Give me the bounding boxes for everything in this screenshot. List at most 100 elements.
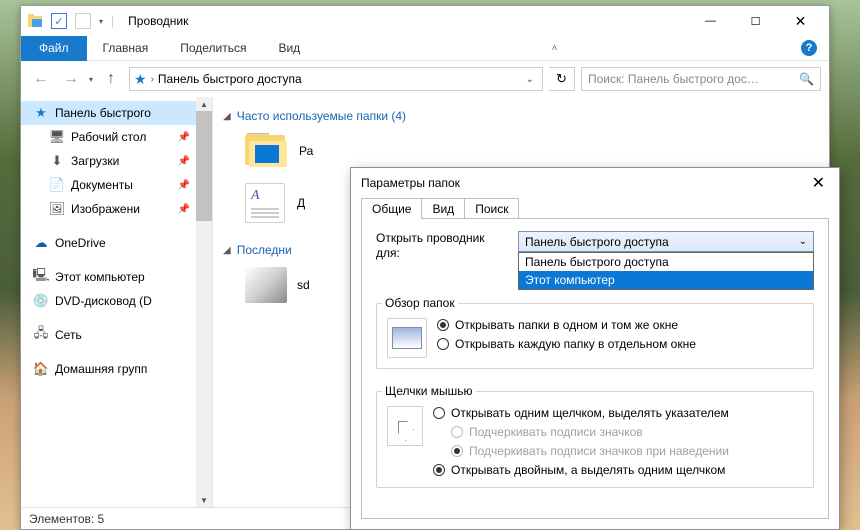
sidebar-item[interactable]: 🏠 Домашняя групп: [21, 357, 212, 381]
file-label[interactable]: sd: [297, 278, 310, 292]
ribbon-tab-home[interactable]: Главная: [87, 36, 165, 61]
chevron-right-icon[interactable]: ›: [151, 74, 154, 85]
search-icon[interactable]: 🔍: [793, 72, 820, 86]
sidebar-label: Панель быстрого: [55, 106, 151, 120]
search-input[interactable]: [582, 72, 793, 86]
folder-icon[interactable]: [245, 133, 287, 169]
dialog-title: Параметры папок: [361, 176, 460, 190]
click-group-title: Щелчки мышью: [382, 384, 476, 398]
tab-search[interactable]: Поиск: [464, 198, 519, 219]
sidebar-label: Загрузки: [71, 154, 119, 168]
titlebar[interactable]: ✓ ▾ | Проводник — ☐ ✕: [21, 6, 829, 36]
tab-general[interactable]: Общие: [361, 198, 422, 219]
close-button[interactable]: ✕: [778, 7, 823, 36]
combo-dropdown: Панель быстрого доступа Этот компьютер: [518, 252, 814, 290]
up-button[interactable]: ↑: [99, 67, 123, 91]
breadcrumb[interactable]: Панель быстрого доступа: [158, 72, 302, 86]
sidebar-label: Сеть: [55, 328, 82, 342]
sidebar: ★ Панель быстрого 🖥 Рабочий стол 📌 ⬇ Загрузки 📌…: [21, 97, 213, 507]
collapse-icon[interactable]: ◢: [223, 111, 231, 122]
dialog-close-button[interactable]: ✕: [808, 173, 829, 193]
sidebar-item[interactable]: 📄 Документы 📌: [21, 173, 212, 197]
ribbon-tab-share[interactable]: Поделиться: [164, 36, 262, 61]
click-icon: [387, 406, 423, 446]
combo-option-quickaccess[interactable]: Панель быстрого доступа: [519, 253, 813, 271]
status-text: Элементов: 5: [29, 512, 104, 526]
radio-double-click[interactable]: Открывать двойным, а выделять одним щелч…: [433, 463, 729, 477]
sidebar-label: Изображени: [71, 202, 140, 216]
pin-icon: 📌: [178, 132, 190, 143]
sidebar-item[interactable]: ★ Панель быстрого: [21, 101, 212, 125]
pin-icon: 📌: [178, 156, 190, 167]
explorer-icon: [27, 13, 43, 29]
section-frequent[interactable]: ◢Часто используемые папки (4): [223, 109, 819, 123]
sidebar-icon: ⬇: [49, 153, 65, 169]
sidebar-item[interactable]: 💿 DVD-дисковод (D: [21, 289, 212, 313]
sidebar-label: Домашняя групп: [55, 362, 147, 376]
sidebar-icon: ★: [33, 105, 49, 121]
scroll-down-icon[interactable]: ▼: [196, 493, 212, 507]
quickaccess-icon: ★: [134, 71, 147, 88]
qat-properties-icon[interactable]: ✓: [51, 13, 67, 29]
window-title: Проводник: [128, 14, 188, 28]
sidebar-icon: 💿: [33, 293, 49, 309]
pin-icon: 📌: [178, 180, 190, 191]
collapse-icon[interactable]: ◢: [223, 245, 231, 256]
folder-label[interactable]: Д: [297, 196, 305, 210]
sidebar-label: DVD-дисковод (D: [55, 294, 152, 308]
radio-underline-hover: Подчеркивать подписи значков при наведен…: [433, 444, 729, 458]
sidebar-label: Этот компьютер: [55, 270, 145, 284]
history-dropdown-icon[interactable]: ▾: [89, 75, 93, 84]
sidebar-icon: 🖳: [33, 269, 49, 285]
documents-icon[interactable]: [245, 183, 285, 223]
pin-icon: 📌: [178, 204, 190, 215]
dialog-titlebar[interactable]: Параметры папок ✕: [351, 168, 839, 198]
open-explorer-label: Открыть проводник для:: [376, 231, 506, 261]
combo-option-thispc[interactable]: Этот компьютер: [519, 271, 813, 289]
radio-same-window[interactable]: Открывать папки в одном и том же окне: [437, 318, 696, 332]
minimize-button[interactable]: —: [688, 7, 733, 36]
open-explorer-combo[interactable]: Панель быстрого доступа ⌄ Панель быстрог…: [518, 231, 814, 252]
sidebar-label: Рабочий стол: [71, 130, 146, 144]
browse-group-title: Обзор папок: [382, 296, 458, 310]
radio-single-click[interactable]: Открывать одним щелчком, выделять указат…: [433, 406, 729, 420]
sidebar-label: OneDrive: [55, 236, 106, 250]
radio-own-window[interactable]: Открывать каждую папку в отдельном окне: [437, 337, 696, 351]
sidebar-item[interactable]: ⬇ Загрузки 📌: [21, 149, 212, 173]
back-button[interactable]: ←: [29, 67, 53, 91]
help-button[interactable]: ?: [797, 36, 821, 60]
address-dropdown-icon[interactable]: ⌄: [522, 74, 538, 85]
sidebar-icon: 📄: [49, 177, 65, 193]
addressbar: ← → ▾ ↑ ★ › Панель быстрого доступа ⌄ ↻ …: [21, 61, 829, 97]
maximize-button[interactable]: ☐: [733, 7, 778, 36]
sidebar-item[interactable]: ☁ OneDrive: [21, 231, 212, 255]
ribbon-tab-view[interactable]: Вид: [262, 36, 316, 61]
file-tab[interactable]: Файл: [21, 36, 87, 61]
sidebar-icon: ☁: [33, 235, 49, 251]
browse-folders-icon: [387, 318, 427, 358]
radio-underline-always: Подчеркивать подписи значков: [433, 425, 729, 439]
qat-new-icon[interactable]: [75, 13, 91, 29]
search-box[interactable]: 🔍: [581, 67, 821, 91]
file-icon[interactable]: [245, 267, 287, 303]
chevron-down-icon: ⌄: [799, 236, 807, 247]
forward-button[interactable]: →: [59, 67, 83, 91]
sidebar-icon: 🏠: [33, 361, 49, 377]
sidebar-item[interactable]: 🖧 Сеть: [21, 323, 212, 347]
address-field[interactable]: ★ › Панель быстрого доступа ⌄: [129, 67, 543, 91]
folder-label[interactable]: Ра: [299, 144, 313, 158]
sidebar-icon: 🖧: [33, 327, 49, 343]
sidebar-item[interactable]: 🖥 Рабочий стол 📌: [21, 125, 212, 149]
sidebar-icon: 🖼: [49, 201, 65, 217]
ribbon-collapse-icon[interactable]: ˄: [541, 36, 565, 60]
ribbon: Файл Главная Поделиться Вид ˄ ?: [21, 36, 829, 61]
qat-customize-icon[interactable]: ▾: [99, 17, 103, 26]
scroll-up-icon[interactable]: ▲: [196, 97, 212, 111]
scrollbar-thumb[interactable]: [196, 111, 212, 221]
tab-view[interactable]: Вид: [421, 198, 465, 219]
sidebar-icon: 🖥: [49, 129, 65, 145]
sidebar-item[interactable]: 🖼 Изображени 📌: [21, 197, 212, 221]
sidebar-item[interactable]: 🖳 Этот компьютер: [21, 265, 212, 289]
sidebar-label: Документы: [71, 178, 133, 192]
refresh-button[interactable]: ↻: [549, 67, 575, 91]
